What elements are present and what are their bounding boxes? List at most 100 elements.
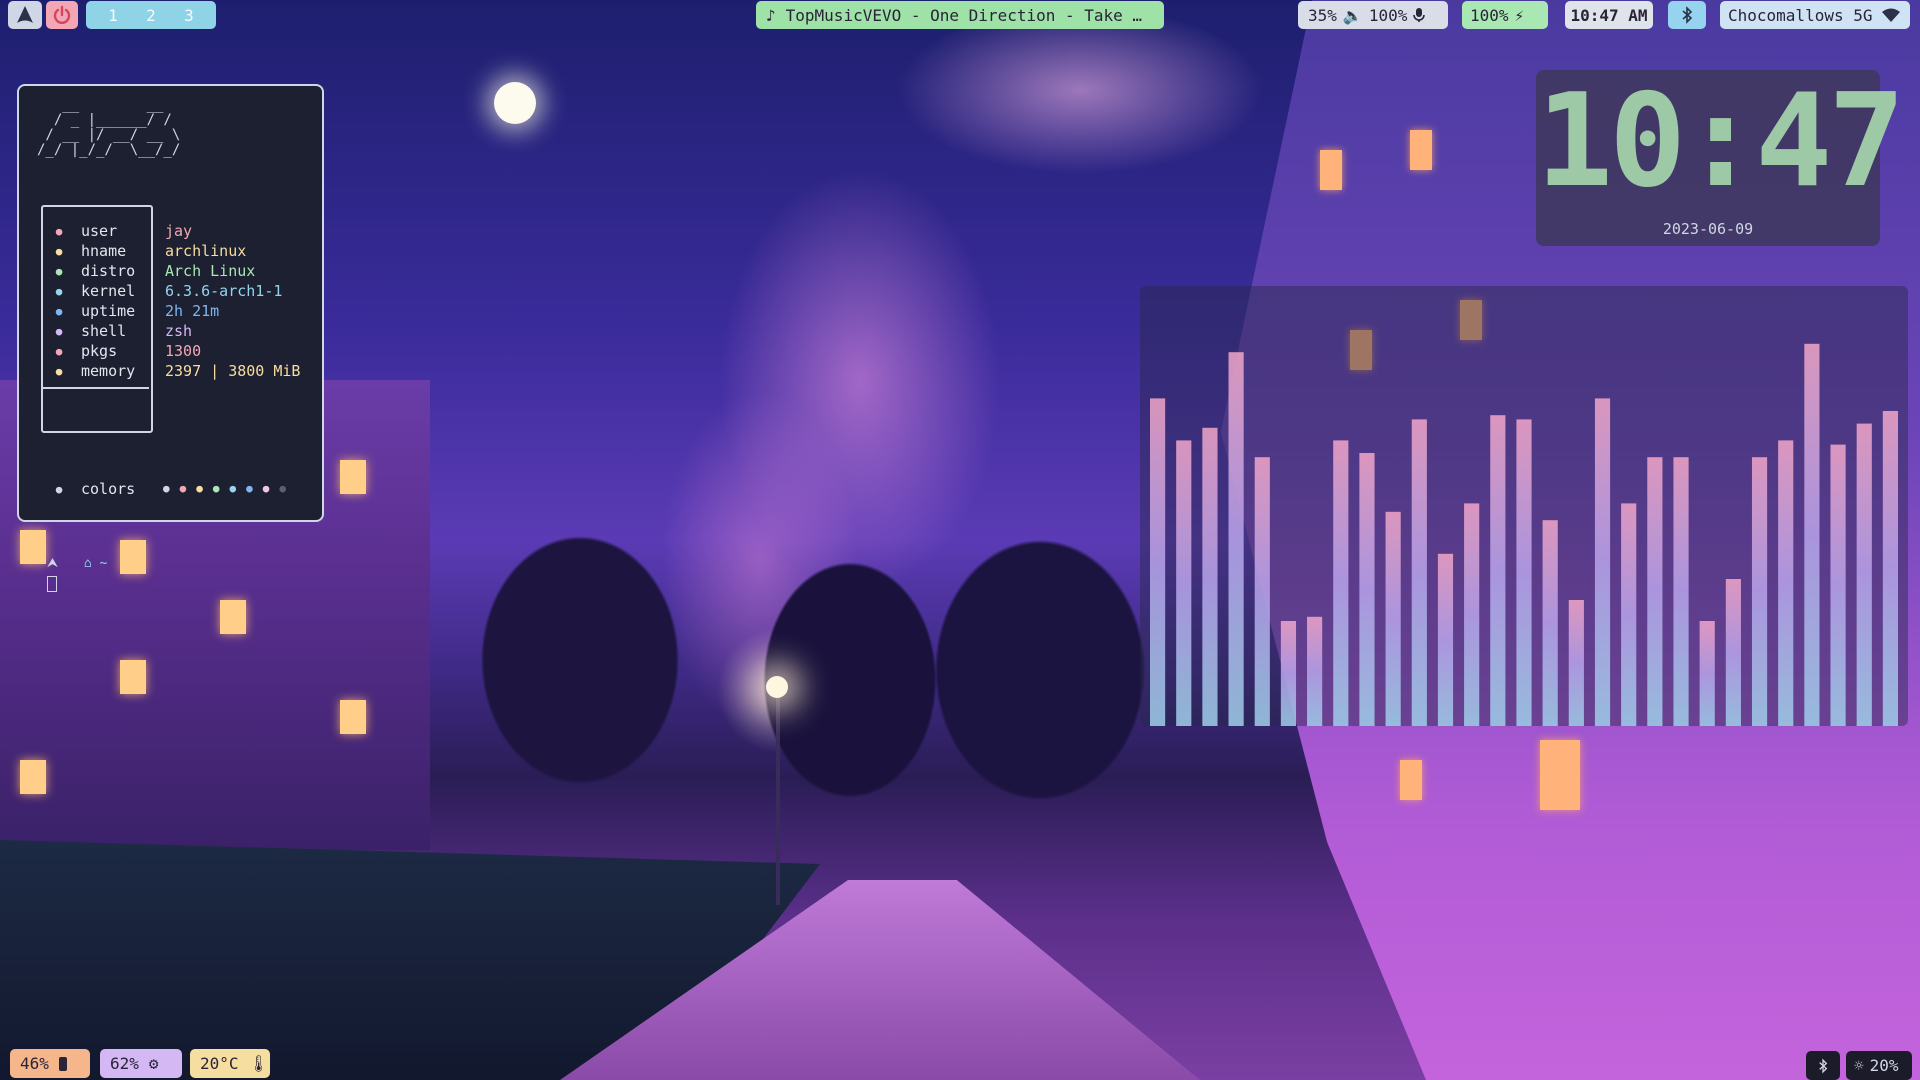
- fetch-value: jay: [165, 222, 193, 240]
- color-dot: ●: [212, 482, 220, 495]
- fetch-row-hname: ● hname archlinux: [51, 241, 311, 261]
- brightness-value: 20%: [1869, 1056, 1899, 1075]
- fetch-key: memory: [81, 362, 136, 380]
- fetch-key: shell: [81, 322, 127, 340]
- fetch-value: 2h 21m: [165, 302, 220, 320]
- home-icon: ⌂: [83, 556, 92, 571]
- workspace-3-button[interactable]: 3: [170, 6, 208, 25]
- workspace-2-button[interactable]: 2: [132, 6, 170, 25]
- workspace-1-button[interactable]: 1: [94, 6, 132, 25]
- visualizer-bar: [1751, 457, 1768, 726]
- color-dot: ●: [179, 482, 187, 495]
- speaker-icon: 🔈: [1342, 5, 1363, 25]
- temperature-value: 20°C: [200, 1054, 239, 1073]
- brightness-icon: ☼: [1854, 1056, 1864, 1075]
- clock-time: 10:47 AM: [1570, 5, 1648, 25]
- desktop-clock-time: 10:47: [1536, 67, 1905, 216]
- fetch-key: uptime: [81, 302, 136, 320]
- fetch-value: zsh: [165, 322, 193, 340]
- arch-prompt-icon: ⮝: [47, 556, 59, 571]
- visualizer-bar: [1673, 457, 1689, 726]
- music-widget[interactable]: ♪ TopMusicVEVO - One Direction - Take …: [756, 1, 1164, 29]
- visualizer-bar: [1699, 621, 1715, 726]
- fetch-row-memory: ● memory 2397 | 3800 MiB: [51, 361, 311, 381]
- visualizer-bar: [1568, 600, 1584, 726]
- fetch-key-colors: colors: [81, 480, 136, 498]
- visualizer-bar: [1778, 440, 1794, 726]
- bottom-battery-value: 46%: [20, 1054, 49, 1073]
- bluetooth-button[interactable]: [1668, 1, 1706, 29]
- visualizer-bar: [1254, 457, 1270, 726]
- memory-icon: ●: [55, 364, 63, 378]
- wallpaper-streetlamp: [776, 685, 780, 905]
- wifi-icon: [1881, 8, 1900, 22]
- terminal-icon: ●: [55, 324, 63, 338]
- visualizer-bar: [1594, 398, 1611, 726]
- cpu-icon: ⚙: [148, 1054, 159, 1073]
- arch-launcher-button[interactable]: [8, 1, 42, 29]
- terminal-cursor: [47, 576, 57, 592]
- fetch-row-shell: ● shell zsh: [51, 321, 311, 341]
- clock-widget[interactable]: 10:47 AM: [1565, 1, 1653, 29]
- fetch-key: kernel: [81, 282, 136, 300]
- power-button[interactable]: [46, 1, 78, 29]
- visualizer-bar: [1359, 453, 1375, 726]
- arch-ascii-logo: __ __ / _ |______/ / / __ |/ __/ __ \ /_…: [37, 97, 181, 158]
- microphone-icon: [1413, 8, 1426, 22]
- power-icon: [53, 5, 71, 24]
- audio-visualizer: [1140, 286, 1908, 726]
- fetch-value: 1300: [165, 342, 202, 360]
- brightness-widget[interactable]: ☼ 20%: [1846, 1051, 1912, 1080]
- fetch-key: pkgs: [81, 342, 118, 360]
- speaker-volume-value: 35%: [1308, 5, 1337, 25]
- bottom-bluetooth-icon: [1819, 1058, 1828, 1073]
- visualizer-bar: [1804, 343, 1820, 726]
- package-icon: ●: [55, 344, 63, 358]
- fetch-key: distro: [81, 262, 136, 280]
- temperature-widget[interactable]: 20°C 🌡: [190, 1049, 270, 1078]
- visualizer-bar: [1542, 520, 1558, 726]
- color-dot: ●: [279, 482, 286, 495]
- hostname-icon: ●: [55, 244, 63, 258]
- person-icon: ●: [55, 224, 63, 238]
- bottom-battery-widget[interactable]: 46%: [10, 1049, 90, 1078]
- cpu-widget[interactable]: 62% ⚙: [100, 1049, 182, 1078]
- bottom-bluetooth-button[interactable]: [1806, 1051, 1840, 1080]
- fetch-row-pkgs: ● pkgs 1300: [51, 341, 311, 361]
- fetch-value: Arch Linux: [165, 262, 256, 280]
- visualizer-bar: [1621, 503, 1637, 726]
- visualizer-bar: [1647, 457, 1663, 726]
- clock-icon: ●: [55, 304, 63, 318]
- color-dot: ●: [246, 482, 253, 495]
- desktop-clock-date: 2023-06-09: [1662, 220, 1754, 238]
- color-dot: ●: [262, 482, 270, 495]
- fetch-value: 6.3.6-arch1-1: [165, 282, 283, 300]
- fetch-row-kernel: ● kernel 6.3.6-arch1-1: [51, 281, 311, 301]
- fetch-terminal-window[interactable]: __ __ / _ |______/ / / __ |/ __/ __ \ /_…: [17, 84, 324, 592]
- fetch-divider: [41, 387, 149, 389]
- desktop-clock-widget: 10:47 2023-06-09: [1536, 67, 1905, 246]
- visualizer-bar: [1882, 411, 1898, 726]
- fetch-value: 2397 | 3800 MiB: [165, 362, 301, 380]
- fetch-value: archlinux: [165, 242, 247, 260]
- shell-prompt: ⮝ ⌂ ~: [47, 556, 107, 571]
- visualizer-canvas: [1150, 343, 1898, 726]
- kernel-icon: ●: [55, 284, 63, 298]
- visualizer-bar: [1150, 398, 1166, 726]
- fetch-key: user: [81, 222, 118, 240]
- visualizer-bar: [1516, 419, 1532, 726]
- visualizer-bar: [1280, 621, 1297, 726]
- battery-icon: [58, 1056, 67, 1071]
- wallpaper-lamp-glow: [766, 676, 788, 698]
- music-track-text: TopMusicVEVO - One Direction - Take …: [785, 5, 1143, 25]
- wifi-widget[interactable]: Chocomallows 5G: [1720, 1, 1910, 29]
- music-note-icon: ♪: [766, 5, 776, 25]
- volume-widget[interactable]: 35% 🔈 100%: [1298, 1, 1448, 29]
- fetch-key: hname: [81, 242, 127, 260]
- visualizer-bar: [1176, 440, 1192, 726]
- color-palette-dots: ● ● ● ● ● ● ● ●: [163, 482, 286, 495]
- battery-widget[interactable]: 100% ⚡: [1462, 1, 1548, 29]
- prompt-dir: ~: [99, 556, 108, 571]
- visualizer-bar: [1830, 444, 1846, 726]
- visualizer-bar: [1856, 423, 1872, 726]
